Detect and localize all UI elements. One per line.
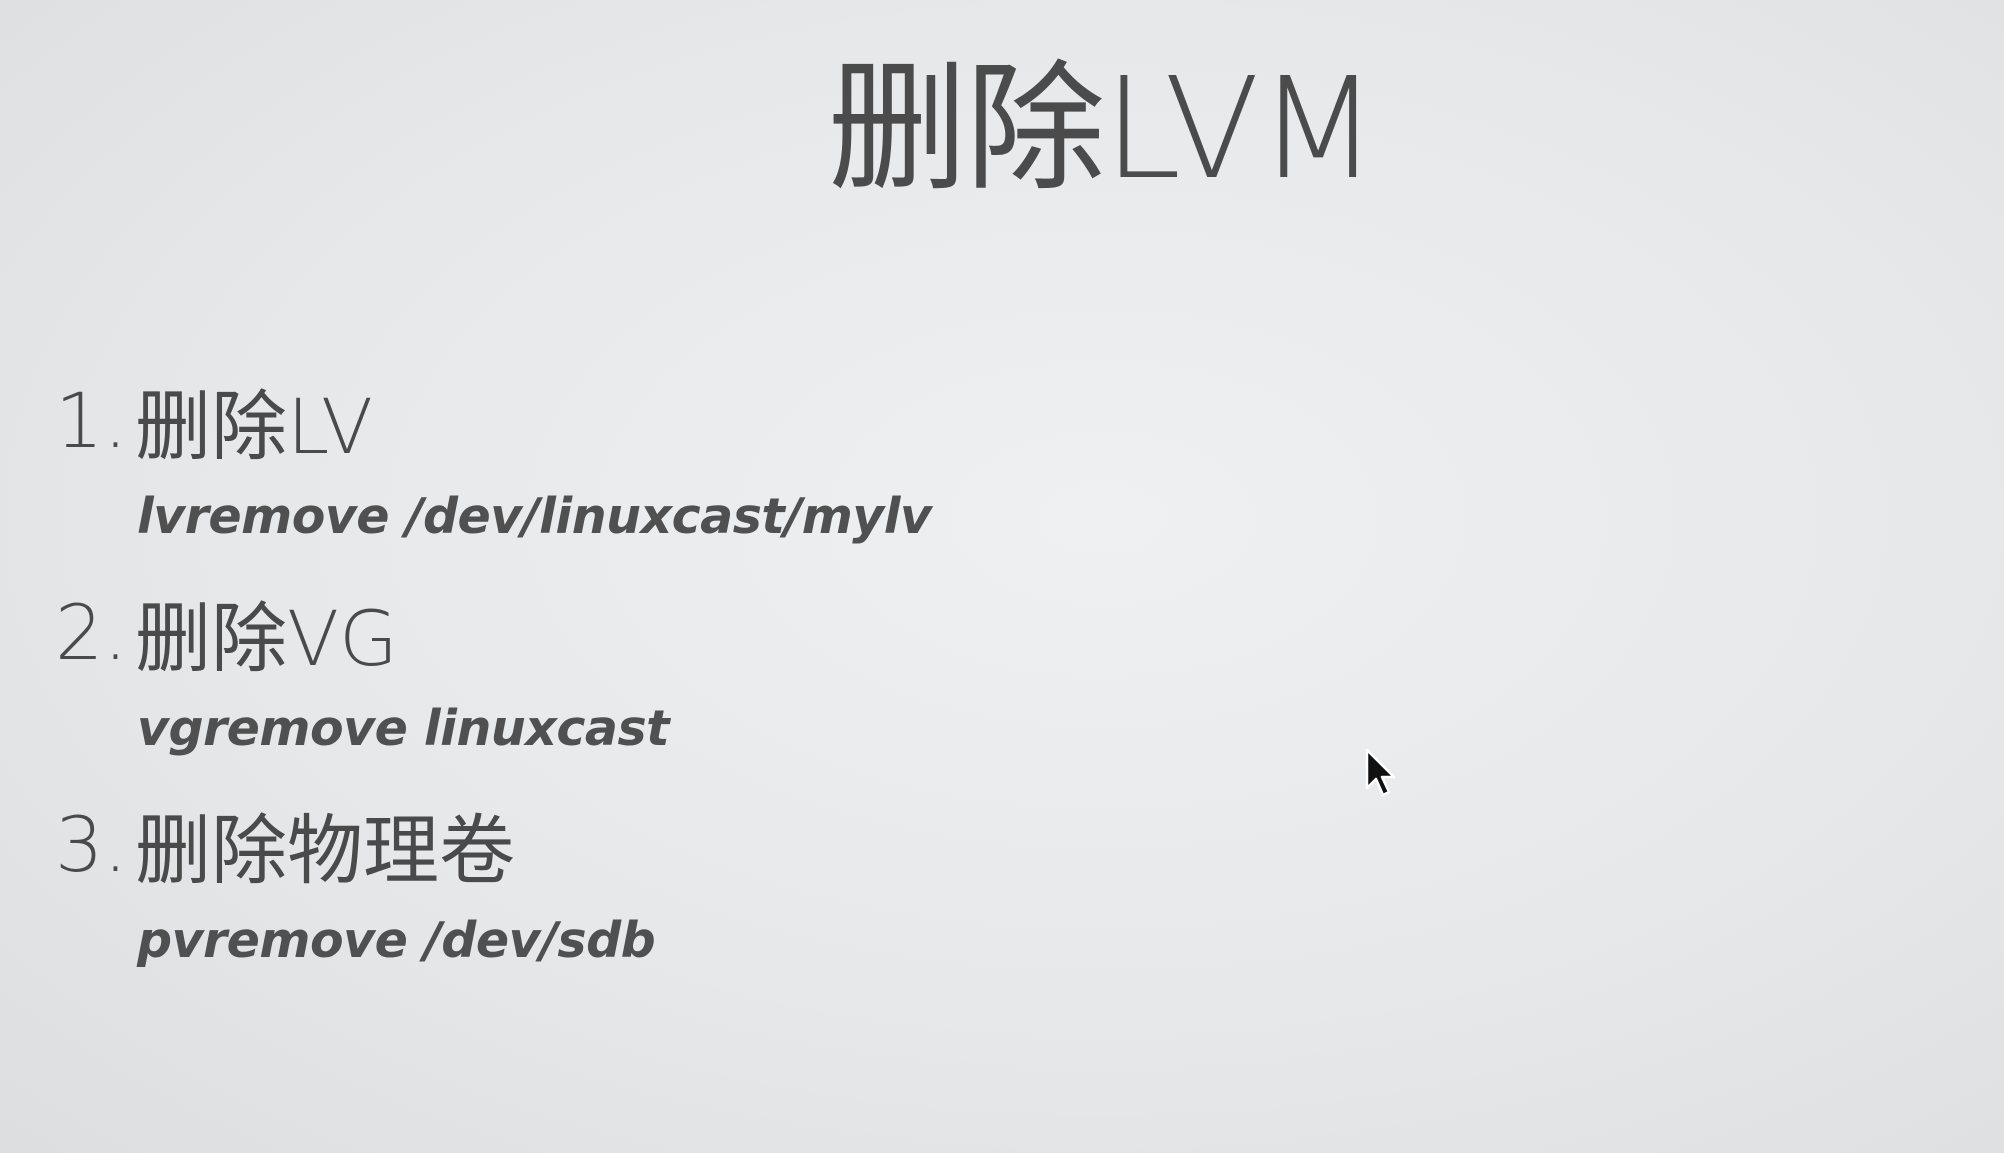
step-heading: 3. 删除物理卷 — [55, 794, 515, 896]
step-heading: 1. 删除LV — [55, 370, 373, 472]
arrow-pointer-icon — [1365, 748, 1396, 797]
step-number: 2. — [55, 587, 128, 677]
step-label: 删除LV — [135, 382, 373, 471]
step-label: 删除物理卷 — [135, 806, 515, 895]
step-item: 2. 删除VG vgremove linuxcast — [55, 582, 1555, 794]
step-number: 3. — [55, 799, 128, 889]
step-command: vgremove linuxcast — [137, 700, 670, 757]
presentation-slide: 删除LVM 1. 删除LV lvremove /dev/linuxcast/my… — [0, 0, 2004, 1153]
step-list: 1. 删除LV lvremove /dev/linuxcast/mylv 2. … — [55, 370, 1555, 1006]
slide-title: 删除LVM — [827, 48, 1378, 211]
step-label: 删除VG — [135, 594, 398, 683]
step-item: 3. 删除物理卷 pvremove /dev/sdb — [55, 794, 1555, 1006]
step-command: lvremove /dev/linuxcast/mylv — [137, 488, 932, 545]
step-number: 1. — [55, 375, 128, 465]
step-item: 1. 删除LV lvremove /dev/linuxcast/mylv — [55, 370, 1555, 582]
step-command: pvremove /dev/sdb — [137, 912, 656, 969]
step-heading: 2. 删除VG — [55, 582, 398, 684]
